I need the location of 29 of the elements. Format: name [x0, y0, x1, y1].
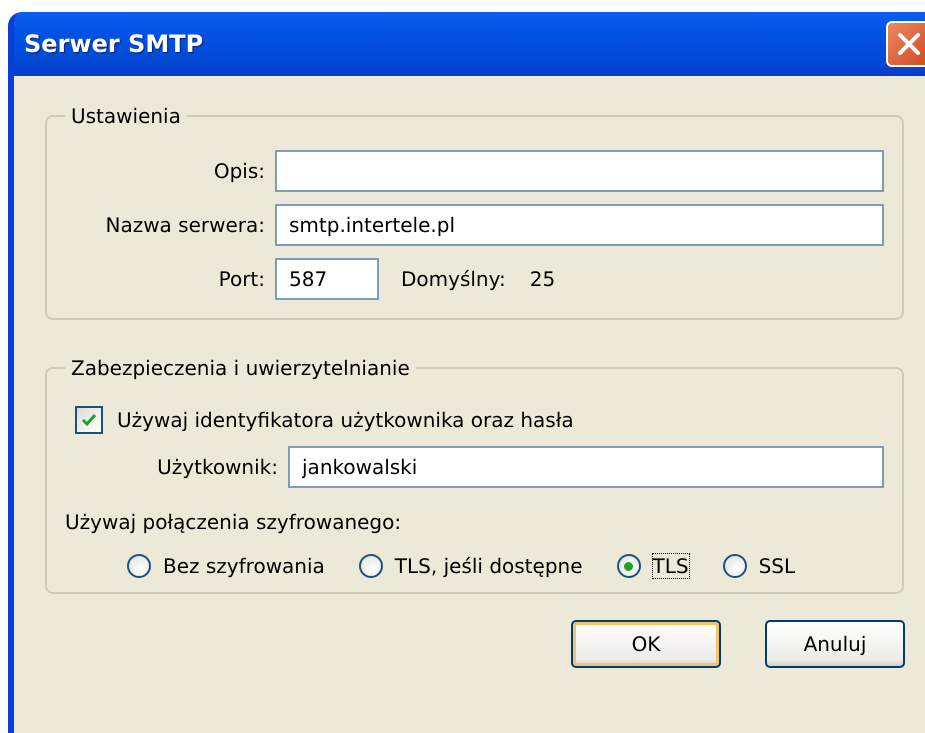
input-field[interactable]	[275, 150, 884, 192]
field-label: Port:	[218, 267, 266, 291]
default-value: 25	[530, 267, 556, 291]
radio-label[interactable]: Bez szyfrowania	[163, 554, 325, 578]
default-label: Domyślny:	[401, 267, 506, 291]
radio-button[interactable]	[722, 554, 747, 578]
dialog-button[interactable]: OK	[571, 620, 721, 668]
group-title: Ustawienia	[70, 104, 182, 128]
checkbox[interactable]	[75, 406, 103, 434]
field-label: Nazwa serwera:	[104, 213, 266, 237]
section-label: Używaj połączenia szyfrowanego:	[65, 510, 402, 534]
dialog-button[interactable]: Anuluj	[765, 620, 905, 668]
radio-label[interactable]: SSL	[758, 554, 796, 578]
radio-button[interactable]	[358, 554, 383, 578]
input-field[interactable]: smtp.intertele.pl	[275, 204, 884, 246]
field-label: Opis:	[212, 159, 266, 183]
window-title: Serwer SMTP	[24, 30, 204, 58]
check-icon	[81, 412, 97, 428]
radio-label[interactable]: TLS	[652, 554, 689, 578]
radio-button[interactable]	[616, 554, 640, 578]
field-label: Użytkownik:	[156, 455, 279, 479]
radio-button[interactable]	[127, 554, 151, 578]
checkbox-label[interactable]: Używaj identyfikatora użytkownika oraz hasła	[117, 408, 574, 432]
group-title: Zabezpieczenia i uwierzytelnianie	[70, 356, 411, 380]
input-field[interactable]: jankowalski	[288, 446, 884, 488]
close-icon	[896, 31, 922, 57]
close-button[interactable]	[886, 21, 925, 67]
input-field[interactable]: 587	[275, 258, 379, 300]
radio-label[interactable]: TLS, jeśli dostępne	[394, 554, 582, 578]
